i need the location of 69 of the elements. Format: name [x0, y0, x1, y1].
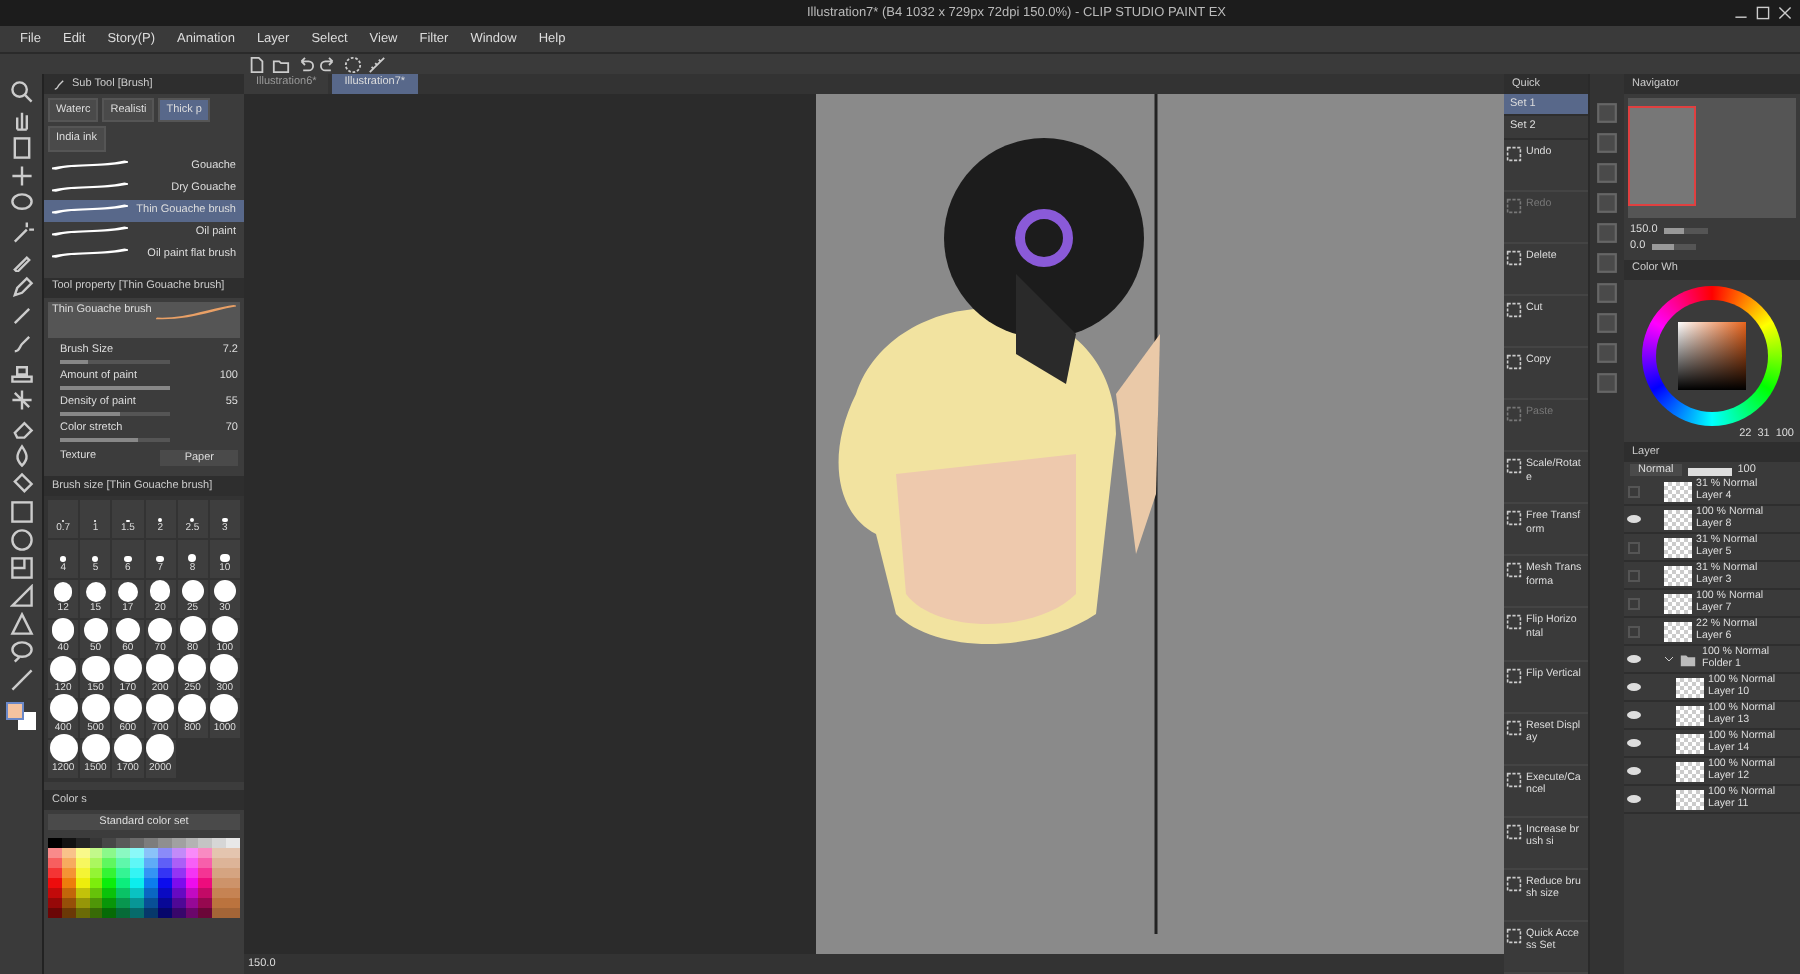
- caret-icon[interactable]: [1664, 654, 1674, 665]
- redo-icon[interactable]: [320, 55, 338, 73]
- command-icon: [1506, 771, 1522, 788]
- brush-stroke-icon: [52, 224, 128, 241]
- brush-icon[interactable]: [9, 332, 33, 356]
- layer-thumbnail: [1676, 789, 1704, 810]
- command-icon: [1506, 406, 1522, 423]
- color-palette-drawing[interactable]: [48, 838, 240, 919]
- brush-stroke-icon: [52, 158, 128, 175]
- command-icon: [1506, 145, 1522, 162]
- brush-icon: [52, 77, 66, 91]
- brush-stroke-icon: [52, 246, 128, 263]
- layer-thumbnail: [1676, 677, 1704, 698]
- command-icon: [1506, 301, 1522, 318]
- folder-icon[interactable]: [272, 55, 290, 73]
- command-icon: [1506, 823, 1522, 840]
- command-icon: [1506, 354, 1522, 370]
- command-icon: [1506, 875, 1522, 892]
- magnifier-icon[interactable]: [9, 80, 33, 104]
- command-icon: [1506, 667, 1522, 684]
- property-slider[interactable]: [60, 437, 170, 442]
- sparkle-icon[interactable]: [9, 388, 33, 412]
- square-icon[interactable]: [9, 136, 33, 160]
- layer-thumbnail: [1664, 565, 1692, 586]
- lasso-icon[interactable]: [9, 192, 33, 216]
- zoom-slider[interactable]: [1663, 228, 1684, 235]
- view-frame: [1628, 106, 1696, 206]
- pencil-icon[interactable]: [9, 304, 33, 328]
- layer-thumbnail: [1664, 509, 1692, 530]
- stamp-icon[interactable]: [9, 360, 33, 384]
- command-icon: [1506, 249, 1522, 266]
- property-slider[interactable]: [60, 385, 170, 390]
- maximize-icon[interactable]: [1756, 6, 1770, 20]
- layer-thumbnail: [1664, 593, 1692, 614]
- layer-thumbnail: [1664, 537, 1692, 558]
- command-icon: [1506, 719, 1522, 736]
- main-color-swatch[interactable]: [5, 702, 23, 720]
- brush-stroke-preview: [156, 303, 236, 320]
- dashed-circle-icon[interactable]: [344, 55, 362, 73]
- close-icon[interactable]: [1778, 6, 1792, 20]
- frame-icon[interactable]: [9, 556, 33, 580]
- layer-thumbnail: [1676, 705, 1704, 726]
- saturation-square[interactable]: [1678, 321, 1746, 390]
- brush-stroke-icon: [52, 202, 128, 219]
- property-slider[interactable]: [60, 411, 170, 416]
- wand-icon[interactable]: [9, 220, 33, 244]
- command-icon: [1506, 458, 1522, 475]
- command-icon: [1506, 614, 1522, 631]
- line-icon[interactable]: [9, 668, 33, 692]
- eraser-icon[interactable]: [9, 416, 33, 440]
- command-icon: [1506, 510, 1522, 527]
- circle-icon[interactable]: [9, 528, 33, 552]
- rotation-slider[interactable]: [1651, 244, 1674, 251]
- layer-thumbnail: [1676, 733, 1704, 754]
- undo-icon[interactable]: [296, 55, 314, 73]
- folder-icon: [1678, 650, 1698, 669]
- brush-stroke-icon: [52, 180, 128, 197]
- triangle-icon[interactable]: [9, 612, 33, 636]
- pen-icon[interactable]: [9, 276, 33, 300]
- opacity-slider[interactable]: [1687, 467, 1732, 476]
- command-icon: [1506, 928, 1522, 945]
- move-icon[interactable]: [9, 164, 33, 188]
- layer-thumbnail: [1676, 761, 1704, 782]
- document-icon[interactable]: [248, 55, 266, 73]
- command-icon: [1506, 197, 1522, 214]
- command-icon: [1506, 562, 1522, 579]
- balloon-icon[interactable]: [9, 640, 33, 664]
- layer-thumbnail: [1664, 621, 1692, 642]
- layer-thumbnail: [1664, 481, 1692, 502]
